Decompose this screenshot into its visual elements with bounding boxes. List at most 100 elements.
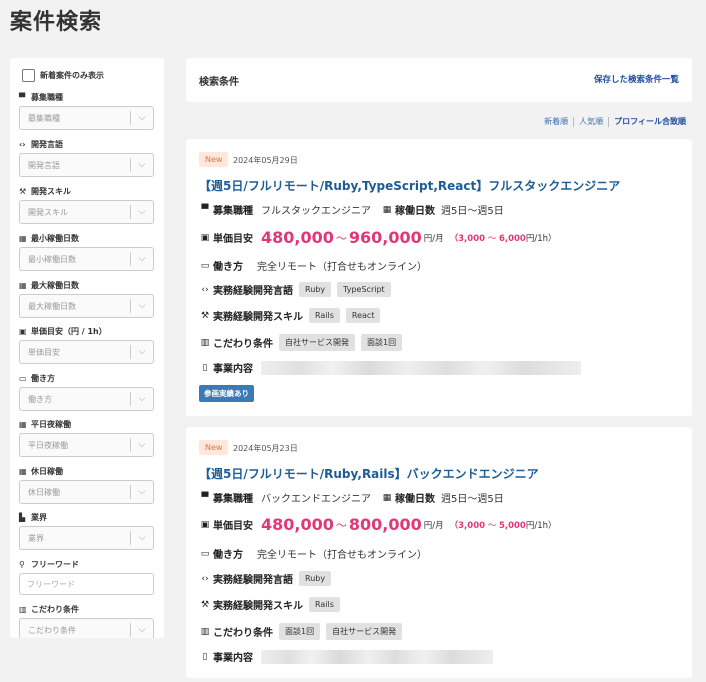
calendar-icon: ▦: [19, 233, 27, 243]
new-only-checkbox-row[interactable]: 新着案件のみ表示: [22, 69, 104, 82]
wrench-icon: ⚒: [200, 599, 210, 610]
chevron-down-icon: ⌵: [138, 533, 146, 543]
language-tag: Ruby: [299, 282, 332, 297]
freeword-input[interactable]: [19, 573, 154, 595]
price-min: 480,000: [261, 515, 334, 534]
weekday-night-select[interactable]: 平日夜稼働 ⌵: [19, 433, 154, 457]
filter-min-days: ▦ 最小稼働日数 最小稼働日数 ⌵: [19, 232, 154, 271]
preference-tag: 面談1回: [361, 334, 403, 351]
select-placeholder: 最小稼働日数: [28, 254, 76, 264]
sort-profile-match[interactable]: プロフィール合致順: [609, 116, 691, 127]
price-row: ▣ 単価目安 480,000 〜 800,000 円/月 （3,000 〜 5,…: [199, 515, 557, 534]
building-icon: ▯: [202, 362, 208, 373]
price-min: 480,000: [261, 228, 334, 247]
select-placeholder: 開発言語: [28, 160, 60, 170]
chevron-down-icon: ⌵: [138, 113, 146, 123]
hourly-min: 3,000: [458, 520, 486, 531]
label: 実務経験開発スキル: [213, 601, 303, 612]
sort-popular[interactable]: 人気順: [574, 116, 608, 127]
filter-label: 平日夜稼働: [31, 419, 71, 429]
label: 実務経験開発言語: [213, 286, 293, 297]
book-icon: ▥: [19, 604, 27, 614]
briefcase-icon: ▀: [19, 92, 26, 102]
hourly-unit: 円/1h）: [525, 233, 557, 244]
value: 完全リモート（打合せもオンライン）: [257, 550, 427, 561]
select-placeholder: 業界: [28, 533, 44, 543]
post-date: 2024年05月29日: [233, 156, 298, 165]
filter-label: フリーワード: [31, 559, 79, 569]
sort-newest[interactable]: 新着順: [539, 116, 573, 127]
label: 稼働日数: [395, 206, 435, 217]
languages-row: ‹› 実務経験開発言語 Ruby: [199, 571, 332, 586]
work-style-select[interactable]: 働き方 ⌵: [19, 387, 154, 411]
preferences-row: ▥ こだわり条件 自社サービス開発 面談1回: [199, 334, 403, 351]
laptop-icon: ▭: [200, 548, 210, 559]
post-date: 2024年05月23日: [233, 444, 298, 453]
filter-weekday-night: ▦ 平日夜稼働 平日夜稼働 ⌵: [19, 418, 154, 457]
hourly-max: 5,000: [498, 520, 526, 531]
value: 週5日〜週5日: [441, 206, 504, 217]
tilde: 〜: [335, 518, 347, 532]
filter-industry: ▙ 業界 業界 ⌵: [19, 511, 154, 550]
min-days-select[interactable]: 最小稼働日数 ⌵: [19, 247, 154, 271]
price-select[interactable]: 単価目安 ⌵: [19, 340, 154, 364]
job-card[interactable]: New 2024年05月23日 【週5日/フルリモート/Ruby,Rails】バ…: [186, 427, 692, 678]
money-icon: ▣: [200, 232, 210, 243]
experience-badge: 参画実績あり: [199, 385, 254, 402]
holiday-select[interactable]: 休日稼働 ⌵: [19, 480, 154, 504]
industry-icon: ▙: [19, 512, 26, 522]
filter-job-type: ▀ 募集職種 募集職種 ⌵: [19, 91, 154, 130]
filter-freeword: ⚲ フリーワード: [19, 558, 154, 595]
filter-preferences: ▥ こだわり条件 こだわり条件 ⌵: [19, 603, 154, 638]
laptop-icon: ▭: [19, 373, 27, 383]
label: 募集職種: [213, 494, 253, 505]
skills-row: ⚒ 実務経験開発スキル Rails React: [199, 308, 381, 323]
hourly-unit: 円/1h）: [525, 520, 557, 531]
select-placeholder: 休日稼働: [28, 487, 60, 497]
filter-label: 働き方: [31, 373, 55, 383]
preferences-select[interactable]: こだわり条件 ⌵: [19, 618, 154, 638]
hourly-min: 3,000: [458, 233, 486, 244]
hourly-price: （3,000 〜 6,000円/1h）: [450, 232, 557, 244]
skill-select[interactable]: 開発スキル ⌵: [19, 200, 154, 224]
saved-search-link[interactable]: 保存した検索条件一覧: [594, 73, 679, 85]
select-placeholder: 募集職種: [28, 113, 60, 123]
price-max: 960,000: [348, 228, 422, 247]
filter-label: こだわり条件: [31, 604, 79, 614]
filter-sidebar: 新着案件のみ表示 ▀ 募集職種 募集職種 ⌵ ‹› 開発言語 開発言語 ⌵ ⚒ 開発スキル…: [10, 58, 164, 638]
label: こだわり条件: [213, 339, 273, 350]
language-select[interactable]: 開発言語 ⌵: [19, 153, 154, 177]
industry-select[interactable]: 業界 ⌵: [19, 526, 154, 550]
search-icon: ⚲: [19, 559, 25, 569]
sort-bar: 新着順 人気順 プロフィール合致順: [539, 116, 691, 127]
label: 働き方: [213, 262, 243, 273]
job-title-link[interactable]: 【週5日/フルリモート/Ruby,Rails】バックエンドエンジニア: [199, 465, 539, 482]
wrench-icon: ⚒: [19, 186, 27, 196]
label: 実務経験開発スキル: [213, 312, 303, 323]
chevron-down-icon: ⌵: [138, 160, 146, 170]
tilde: 〜: [335, 231, 347, 245]
label: こだわり条件: [213, 628, 273, 639]
filter-label: 募集職種: [31, 92, 63, 102]
max-days-select[interactable]: 最大稼働日数 ⌵: [19, 294, 154, 318]
tilde: 〜: [487, 520, 497, 531]
filter-label: 単価目安（円 / 1h）: [31, 326, 107, 336]
blurred-business-content: [261, 360, 581, 375]
price-max: 800,000: [348, 515, 422, 534]
chevron-down-icon: ⌵: [138, 347, 146, 357]
price-unit: 円/月: [423, 233, 444, 244]
select-placeholder: 単価目安: [28, 347, 60, 357]
money-icon: ▣: [200, 519, 210, 530]
page-title: 案件検索: [10, 10, 103, 35]
select-placeholder: こだわり条件: [28, 625, 76, 635]
languages-row: ‹› 実務経験開発言語 Ruby TypeScript: [199, 282, 391, 297]
job-card[interactable]: New 2024年05月29日 【週5日/フルリモート/Ruby,TypeScr…: [186, 139, 692, 416]
filter-language: ‹› 開発言語 開発言語 ⌵: [19, 138, 154, 177]
code-icon: ‹›: [201, 284, 209, 295]
job-type-select[interactable]: 募集職種 ⌵: [19, 106, 154, 130]
value: 週5日〜週5日: [441, 494, 504, 505]
new-only-checkbox[interactable]: [22, 69, 35, 82]
job-type-row: ▀ 募集職種 フルスタックエンジニア ▦ 稼働日数 週5日〜週5日: [199, 202, 504, 218]
briefcase-icon: ▀: [201, 492, 209, 503]
job-title-link[interactable]: 【週5日/フルリモート/Ruby,TypeScript,React】フルスタック…: [199, 177, 620, 194]
